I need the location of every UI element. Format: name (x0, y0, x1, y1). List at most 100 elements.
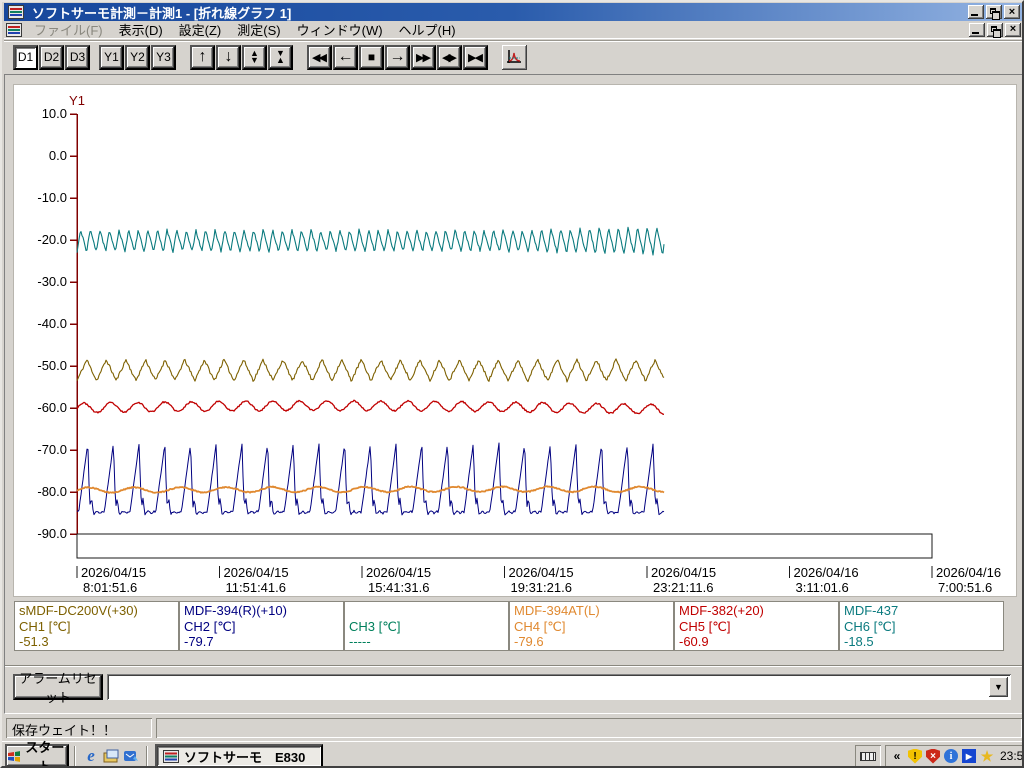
scroll-up-button[interactable]: ↑ (190, 44, 215, 70)
svg-text:2026/04/16: 2026/04/16 (794, 565, 859, 580)
taskbar-clock: 23:50 (1000, 749, 1024, 763)
taskbar: スタート e ソフトサーモ E830 « ! × i ▶ ★ 23:5 (2, 740, 1024, 766)
compress-horizontal-icon: ▶◀ (468, 51, 483, 64)
y1-button[interactable]: Y1 (99, 44, 124, 70)
channel-label: CH5 [℃] (679, 618, 731, 634)
menu-view[interactable]: 表示(D) (111, 19, 171, 40)
menu-measure[interactable]: 測定(S) (229, 19, 288, 40)
status-message: 保存ウェイト！！ (6, 718, 152, 738)
sensor-name: MDF-437 (844, 603, 899, 618)
show-desktop-icon[interactable] (101, 746, 121, 766)
chevron-down-icon: ▼ (994, 682, 1003, 692)
sensor-name: sMDF-DC200V(+30) (19, 603, 138, 618)
menu-window[interactable]: ウィンドウ(W) (289, 19, 391, 40)
step-left-button[interactable]: ← (333, 44, 358, 70)
taskbar-separator (74, 746, 76, 766)
start-button[interactable]: スタート (5, 740, 69, 766)
security-warning-shield-icon[interactable]: ! (907, 748, 923, 764)
chart-app-icon (8, 5, 24, 19)
d2-button[interactable]: D2 (39, 44, 64, 70)
scroll-down-icon: ↓ (224, 48, 233, 65)
keyboard-icon (860, 751, 876, 761)
channel-legend: sMDF-DC200V(+30) CH1 [℃] -51.3 MDF-394(R)(+… (14, 601, 1004, 651)
y2-button[interactable]: Y2 (125, 44, 150, 70)
svg-text:-20.0: -20.0 (37, 232, 67, 247)
star-icon[interactable]: ★ (979, 748, 995, 764)
taskbar-separator (146, 746, 148, 766)
scroll-up-icon: ↑ (198, 48, 207, 65)
series-ch4 (76, 485, 665, 494)
channel-label: CH2 [℃] (184, 618, 236, 634)
graph-settings-button[interactable] (502, 44, 527, 70)
minimize-button[interactable] (968, 5, 984, 19)
channel-value: -79.6 (514, 634, 544, 649)
svg-text:19:31:21.6: 19:31:21.6 (511, 580, 572, 595)
task-button-label: ソフトサーモ E830 (184, 749, 306, 765)
svg-text:-80.0: -80.0 (37, 484, 67, 499)
svg-text:8:01:51.6: 8:01:51.6 (83, 580, 137, 595)
close-icon: × (1008, 5, 1016, 18)
ie-e-glyph: e (87, 746, 95, 765)
restore-button[interactable] (986, 5, 1002, 20)
graph-settings-icon (507, 49, 521, 63)
minimize-icon (972, 31, 979, 34)
fast-rewind-icon: ◀◀ (312, 51, 327, 64)
security-alert-shield-icon[interactable]: × (925, 748, 941, 764)
svg-text:3:11:01.6: 3:11:01.6 (796, 580, 849, 595)
desktop-glyph (103, 749, 119, 763)
svg-text:-30.0: -30.0 (37, 274, 67, 289)
svg-text:2026/04/15: 2026/04/15 (81, 565, 146, 580)
child-close-button[interactable]: × (1005, 22, 1021, 37)
windows-logo-icon (8, 750, 20, 762)
info-balloon-icon[interactable]: i (943, 748, 959, 764)
internet-explorer-icon[interactable]: e (81, 746, 101, 766)
d3-button[interactable]: D3 (65, 44, 90, 70)
fast-forward-button[interactable]: ▶▶ (411, 44, 436, 70)
svg-text:15:41:31.6: 15:41:31.6 (368, 580, 429, 595)
keyboard-indicator[interactable] (855, 745, 881, 766)
svg-text:0.0: 0.0 (49, 148, 67, 163)
legend-cell-ch6: MDF-437 CH6 [℃] -18.5 (839, 601, 1004, 651)
d1-button[interactable]: D1 (13, 44, 38, 70)
svg-text:2026/04/15: 2026/04/15 (651, 565, 716, 580)
step-right-button[interactable]: → (385, 44, 410, 70)
fast-rewind-button[interactable]: ◀◀ (307, 44, 332, 70)
menu-settings[interactable]: 設定(Z) (171, 19, 230, 40)
time-navigator-box[interactable] (76, 533, 933, 559)
child-minimize-button[interactable] (969, 22, 985, 37)
compress-vertical-button[interactable]: ▼ ▲ (268, 44, 293, 70)
channel-label: CH1 [℃] (19, 618, 71, 634)
menu-help[interactable]: ヘルプ(H) (391, 19, 464, 40)
alarm-combo-box[interactable]: ▼ (107, 674, 1011, 700)
svg-text:23:21:11.6: 23:21:11.6 (653, 580, 713, 595)
application-window: ソフトサーモ計測－計測1 - [折れ線グラフ 1] × ファイル(F) 表示(D)… (0, 0, 1024, 768)
child-restore-button[interactable] (987, 22, 1003, 38)
combo-dropdown-button[interactable]: ▼ (989, 677, 1008, 697)
task-button-softthermo[interactable]: ソフトサーモ E830 (155, 744, 323, 766)
channel-label: CH4 [℃] (514, 618, 566, 634)
outlook-express-icon[interactable] (121, 746, 141, 766)
chevron-left-icon[interactable]: « (889, 748, 905, 764)
expand-horizontal-button[interactable]: ◀▶ (437, 44, 462, 70)
media-player-icon[interactable]: ▶ (961, 748, 977, 764)
compress-horizontal-button[interactable]: ▶◀ (463, 44, 488, 70)
svg-text:-50.0: -50.0 (37, 358, 67, 373)
expand-vertical-button[interactable]: ▲ ▼ (242, 44, 267, 70)
shield-shape: × (926, 748, 940, 764)
channel-label: CH6 [℃] (844, 618, 896, 634)
expand-vertical-icon: ▲ ▼ (250, 48, 259, 65)
series-ch2 (77, 442, 665, 516)
close-icon: × (1009, 23, 1017, 35)
outlook-glyph (124, 751, 138, 761)
series-ch5 (76, 399, 665, 415)
step-right-icon: → (389, 48, 406, 65)
y3-button[interactable]: Y3 (151, 44, 176, 70)
sensor-name: MDF-394AT(L) (514, 603, 600, 618)
shield-shape: ! (908, 748, 922, 764)
legend-cell-ch5: MDF-382(+20) CH5 [℃] -60.9 (674, 601, 839, 651)
scroll-down-button[interactable]: ↓ (216, 44, 241, 70)
close-button[interactable]: × (1004, 5, 1020, 19)
toolbar: D1 D2 D3 Y1 Y2 Y3 ↑ ↓ ▲ ▼ ▼ ▲ ◀◀ ← ■ → ▶▶ ◀▶ ▶◀ (4, 40, 1022, 73)
alarm-reset-button[interactable]: アラームリセット (13, 671, 103, 705)
stop-button[interactable]: ■ (359, 44, 384, 70)
